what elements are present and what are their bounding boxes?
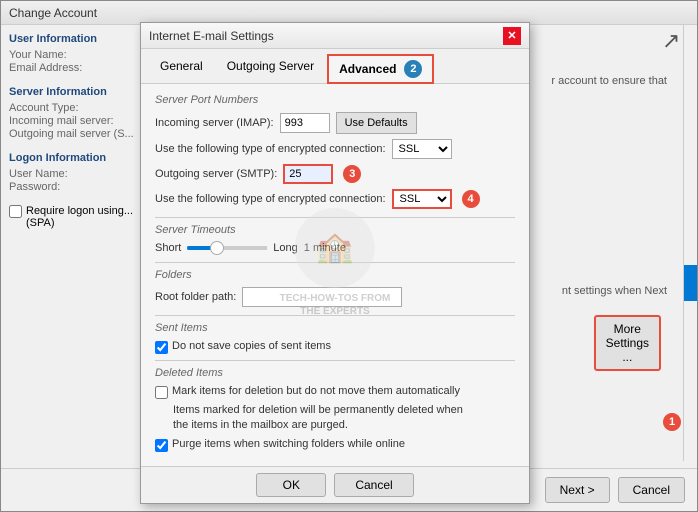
server-port-section: Server Port Numbers Incoming server (IMA… <box>155 94 515 209</box>
folders-title: Folders <box>155 269 515 281</box>
password-label: Password: <box>9 181 153 193</box>
ok-button[interactable]: OK <box>256 473 326 497</box>
scrollbar-thumb <box>684 265 697 301</box>
badge-1: 1 <box>663 413 681 431</box>
incoming-mail-label: Incoming mail server: <box>9 115 153 127</box>
root-folder-input[interactable] <box>242 287 402 307</box>
timeout-row: Short Long 1 minute <box>155 242 515 254</box>
badge-2: 2 <box>404 60 422 78</box>
mark-deletion-label: Mark items for deletion but do not move … <box>172 385 460 397</box>
outgoing-server-label: Outgoing server (SMTP): <box>155 168 277 180</box>
tab-advanced[interactable]: Advanced 2 <box>327 54 434 84</box>
mark-deletion-row: Mark items for deletion but do not move … <box>155 385 515 399</box>
long-label: Long <box>273 242 297 254</box>
dialog-title: Internet E-mail Settings <box>149 29 274 43</box>
folders-section: Folders Root folder path: <box>155 269 515 307</box>
timeout-slider[interactable] <box>187 246 267 250</box>
dialog-body: Server Port Numbers Incoming server (IMA… <box>141 84 529 466</box>
timeout-value: 1 minute <box>304 242 346 254</box>
encrypt-select2[interactable]: SSL TLS None <box>392 189 452 209</box>
purge-label: Purge items when switching folders while… <box>172 438 405 450</box>
short-label: Short <box>155 242 181 254</box>
user-info-title: User Information <box>9 33 153 45</box>
outgoing-mail-label: Outgoing mail server (S... <box>9 128 153 140</box>
encrypt-row1: Use the following type of encrypted conn… <box>155 139 515 159</box>
tab-outgoing-server[interactable]: Outgoing Server <box>216 54 325 84</box>
dialog-close-button[interactable]: ✕ <box>503 27 521 45</box>
server-port-title: Server Port Numbers <box>155 94 515 106</box>
scrollbar[interactable] <box>683 25 697 461</box>
your-name-label: Your Name: <box>9 49 153 61</box>
root-folder-label: Root folder path: <box>155 291 236 303</box>
purge-checkbox[interactable] <box>155 439 168 452</box>
badge-4: 4 <box>462 190 480 208</box>
badge-3: 3 <box>343 165 361 183</box>
deleted-items-title: Deleted Items <box>155 367 515 379</box>
sent-items-title: Sent Items <box>155 322 515 334</box>
internet-email-settings-dialog: Internet E-mail Settings ✕ General Outgo… <box>140 22 530 504</box>
encrypt-label2: Use the following type of encrypted conn… <box>155 193 386 205</box>
incoming-server-label: Incoming server (IMAP): <box>155 117 274 129</box>
incoming-server-row: Incoming server (IMAP): Use Defaults <box>155 112 515 134</box>
dialog-tabs: General Outgoing Server Advanced 2 <box>141 49 529 84</box>
server-info-section: Server Information Account Type: Incomin… <box>9 86 153 140</box>
bg-right-text2: nt settings when Next <box>562 285 667 297</box>
outgoing-server-input[interactable] <box>283 164 333 184</box>
dialog-footer: OK Cancel <box>141 466 529 503</box>
server-timeouts-title: Server Timeouts <box>155 224 515 236</box>
no-save-copies-label: Do not save copies of sent items <box>172 340 331 352</box>
username-label: User Name: <box>9 168 153 180</box>
no-save-copies-row: Do not save copies of sent items <box>155 340 515 354</box>
bg-cancel-button[interactable]: Cancel <box>618 477 685 503</box>
account-type-label: Account Type: <box>9 102 153 114</box>
user-info-section: User Information Your Name: Email Addres… <box>9 33 153 74</box>
mark-deletion-checkbox[interactable] <box>155 386 168 399</box>
email-label: Email Address: <box>9 62 153 74</box>
sent-items-section: Sent Items Do not save copies of sent it… <box>155 322 515 354</box>
bg-window-title: Change Account <box>9 6 97 20</box>
incoming-server-input[interactable] <box>280 113 330 133</box>
server-timeouts-section: Server Timeouts Short Long 1 minute <box>155 224 515 254</box>
more-settings-area: 1 More Settings ... <box>659 413 681 431</box>
root-folder-row: Root folder path: <box>155 287 515 307</box>
encrypt-label1: Use the following type of encrypted conn… <box>155 143 386 155</box>
deleted-items-section: Deleted Items Mark items for deletion bu… <box>155 367 515 452</box>
require-logon-text: Require logon using...(SPA) <box>26 205 133 229</box>
use-defaults-button[interactable]: Use Defaults <box>336 112 417 134</box>
encrypt-select1[interactable]: SSL TLS None <box>392 139 452 159</box>
bg-right-text1: r account to ensure that <box>551 75 667 87</box>
timeout-slider-container <box>187 246 267 250</box>
dialog-titlebar: Internet E-mail Settings ✕ <box>141 23 529 49</box>
logon-info-section: Logon Information User Name: Password: <box>9 152 153 193</box>
logon-info-title: Logon Information <box>9 152 153 164</box>
no-save-copies-checkbox[interactable] <box>155 341 168 354</box>
next-button[interactable]: Next > <box>545 477 610 503</box>
server-info-title: Server Information <box>9 86 153 98</box>
more-settings-button[interactable]: More Settings ... <box>594 315 661 371</box>
require-logon: Require logon using...(SPA) <box>9 205 153 229</box>
require-logon-checkbox[interactable] <box>9 205 22 218</box>
cursor-icon: ↖ <box>662 28 680 54</box>
cancel-button[interactable]: Cancel <box>334 473 413 497</box>
tab-general[interactable]: General <box>149 54 214 84</box>
outgoing-server-row: Outgoing server (SMTP): 3 <box>155 164 515 184</box>
encrypt-row2: Use the following type of encrypted conn… <box>155 189 515 209</box>
bg-sidebar: User Information Your Name: Email Addres… <box>1 25 161 511</box>
purge-row: Purge items when switching folders while… <box>155 438 515 452</box>
deletion-info-text: Items marked for deletion will be perman… <box>173 403 515 434</box>
